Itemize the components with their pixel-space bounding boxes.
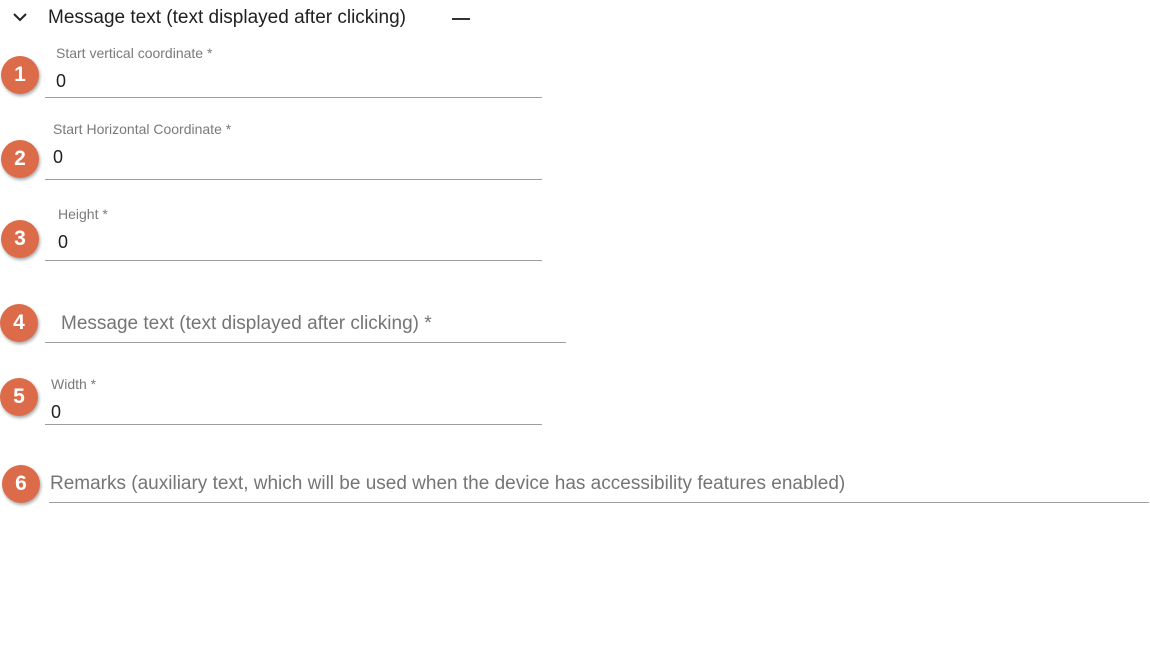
section-title: Message text (text displayed after click…	[48, 7, 406, 28]
start-vertical-coordinate-label: Start vertical coordinate *	[56, 45, 213, 61]
step-badge-6: 6	[2, 465, 40, 503]
step-badge-5: 5	[0, 378, 38, 416]
start-vertical-coordinate-input[interactable]: 0	[56, 71, 66, 92]
step-badge-4: 4	[0, 304, 38, 342]
step-badge-1: 1	[1, 56, 39, 94]
chevron-down-icon[interactable]	[11, 10, 29, 26]
height-label: Height *	[58, 206, 108, 222]
width-input[interactable]: 0	[51, 402, 61, 423]
start-horizontal-coordinate-input[interactable]: 0	[53, 147, 63, 168]
message-text-form: Message text (text displayed after click…	[0, 0, 1150, 672]
message-text-underline	[45, 342, 566, 343]
width-underline	[45, 424, 542, 425]
remarks-underline	[49, 502, 1149, 503]
start-horizontal-coordinate-underline	[45, 179, 542, 180]
remarks-input[interactable]: Remarks (auxiliary text, which will be u…	[50, 473, 845, 495]
step-badge-2: 2	[1, 140, 39, 178]
minus-icon[interactable]	[452, 18, 470, 20]
section-header[interactable]: Message text (text displayed after click…	[0, 0, 600, 36]
step-badge-3: 3	[1, 220, 39, 258]
height-underline	[45, 260, 542, 261]
message-text-input[interactable]: Message text (text displayed after click…	[61, 313, 432, 335]
height-input[interactable]: 0	[58, 232, 68, 253]
width-label: Width *	[51, 376, 97, 392]
start-vertical-coordinate-underline	[45, 97, 542, 98]
start-horizontal-coordinate-label: Start Horizontal Coordinate *	[53, 121, 232, 137]
